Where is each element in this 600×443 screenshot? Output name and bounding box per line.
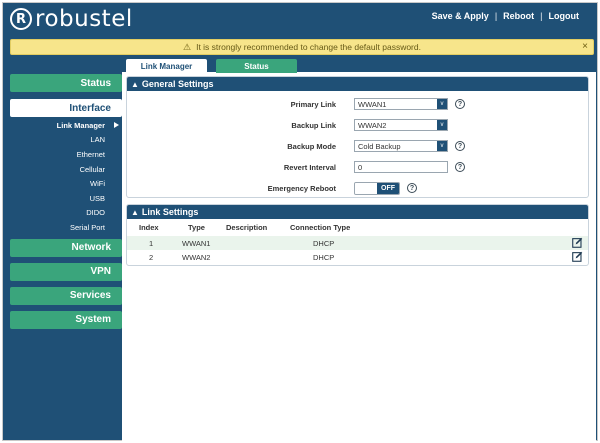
edit-icon[interactable]	[572, 237, 583, 248]
toggle-state: OFF	[377, 182, 399, 194]
primary-link-select[interactable]: WWAN1 v	[354, 98, 448, 110]
help-icon[interactable]: ?	[455, 141, 465, 151]
link-separator: |	[540, 11, 543, 21]
primary-link-value: WWAN1	[358, 99, 387, 109]
primary-link-label: Primary Link	[290, 99, 336, 109]
col-connection-type: Connection Type	[290, 223, 351, 232]
backup-link-select[interactable]: WWAN2 v	[354, 119, 448, 131]
row-primary-link: Primary Link WWAN1 v ?	[127, 97, 588, 111]
dropdown-arrow-icon: v	[437, 99, 447, 109]
emergency-reboot-label: Emergency Reboot	[267, 183, 336, 193]
collapse-chevron-icon[interactable]: ▲	[131, 80, 139, 89]
nav-sub-serial-port[interactable]: Serial Port	[10, 220, 122, 235]
link-settings-title: Link Settings	[141, 207, 199, 217]
toggle-knob	[355, 182, 377, 194]
warning-icon: ⚠	[183, 41, 192, 52]
collapse-chevron-icon[interactable]: ▲	[131, 208, 139, 217]
logout-link[interactable]: Logout	[543, 11, 586, 21]
logo-mark-icon: R	[10, 8, 32, 30]
robustel-logo: R robustel	[10, 6, 133, 32]
revert-interval-input[interactable]	[354, 161, 448, 173]
help-icon[interactable]: ?	[455, 162, 465, 172]
help-icon[interactable]: ?	[407, 183, 417, 193]
link-table-header: Index Type Description Connection Type	[127, 220, 588, 234]
close-icon[interactable]: ×	[582, 41, 588, 52]
nav-network[interactable]: Network	[10, 238, 122, 257]
row-type: WWAN2	[182, 253, 211, 262]
nav-vpn[interactable]: VPN	[10, 262, 122, 281]
emergency-reboot-toggle[interactable]: OFF	[354, 181, 400, 195]
nav-sub-link-manager[interactable]: Link Manager	[10, 118, 122, 133]
link-settings-panel: ▲ Link Settings Index Type Description C…	[126, 204, 589, 266]
table-row: 1 WWAN1 DHCP	[127, 236, 588, 250]
nav-sub-lan[interactable]: LAN	[10, 133, 122, 148]
table-row: 2 WWAN2 DHCP	[127, 250, 588, 264]
password-notice: ⚠ It is strongly recommended to change t…	[10, 39, 594, 55]
tab-status[interactable]: Status	[216, 59, 297, 73]
general-settings-header[interactable]: ▲ General Settings	[127, 77, 588, 91]
dropdown-arrow-icon: v	[437, 120, 447, 130]
link-separator: |	[494, 11, 498, 21]
nav-system[interactable]: System	[10, 310, 122, 329]
nav-interface[interactable]: Interface	[10, 99, 122, 117]
row-connection-type: DHCP	[313, 239, 335, 248]
backup-mode-select[interactable]: Cold Backup v	[354, 140, 448, 152]
logo-text: robustel	[35, 6, 133, 32]
col-type: Type	[188, 223, 205, 232]
interface-submenu: Link Manager LAN Ethernet Cellular WiFi …	[10, 118, 122, 235]
row-revert-interval: Revert Interval ?	[127, 160, 588, 174]
nav-services[interactable]: Services	[10, 286, 122, 305]
link-settings-header[interactable]: ▲ Link Settings	[127, 205, 588, 219]
row-index: 2	[149, 253, 154, 262]
backup-link-label: Backup Link	[291, 120, 336, 130]
nav-status[interactable]: Status	[10, 74, 122, 92]
help-icon[interactable]: ?	[455, 99, 465, 109]
col-description: Description	[226, 223, 268, 232]
main-content: Link Manager Status ▲ General Settings P…	[122, 59, 596, 442]
row-backup-mode: Backup Mode Cold Backup v ?	[127, 139, 588, 153]
backup-link-value: WWAN2	[358, 120, 387, 130]
nav-sub-usb[interactable]: USB	[10, 191, 122, 206]
top-links: Save & Apply | Reboot | Logout	[426, 11, 585, 21]
sidebar: Status Interface Link Manager LAN Ethern…	[10, 74, 122, 329]
general-settings-panel: ▲ General Settings Primary Link WWAN1 v …	[126, 76, 589, 198]
nav-sub-ethernet[interactable]: Ethernet	[10, 147, 122, 162]
revert-interval-label: Revert Interval	[283, 162, 336, 172]
nav-sub-dido[interactable]: DIDO	[10, 206, 122, 221]
nav-sub-wifi[interactable]: WiFi	[10, 176, 122, 191]
row-backup-link: Backup Link WWAN2 v	[127, 118, 588, 132]
backup-mode-label: Backup Mode	[287, 141, 336, 151]
notice-text: It is strongly recommended to change the…	[196, 42, 421, 52]
row-connection-type: DHCP	[313, 253, 335, 262]
general-settings-title: General Settings	[141, 79, 214, 89]
save-apply-link[interactable]: Save & Apply	[426, 11, 495, 21]
row-emergency-reboot: Emergency Reboot OFF ?	[127, 181, 588, 195]
row-index: 1	[149, 239, 154, 248]
app-frame: R robustel Save & Apply | Reboot | Logou…	[2, 2, 598, 442]
tab-bar: Link Manager Status	[126, 59, 297, 73]
backup-mode-value: Cold Backup	[358, 141, 401, 151]
edit-icon[interactable]	[572, 251, 583, 262]
row-type: WWAN1	[182, 239, 211, 248]
nav-sub-cellular[interactable]: Cellular	[10, 162, 122, 177]
dropdown-arrow-icon: v	[437, 141, 447, 151]
col-index: Index	[139, 223, 159, 232]
reboot-link[interactable]: Reboot	[497, 11, 540, 21]
tab-link-manager[interactable]: Link Manager	[126, 59, 207, 73]
